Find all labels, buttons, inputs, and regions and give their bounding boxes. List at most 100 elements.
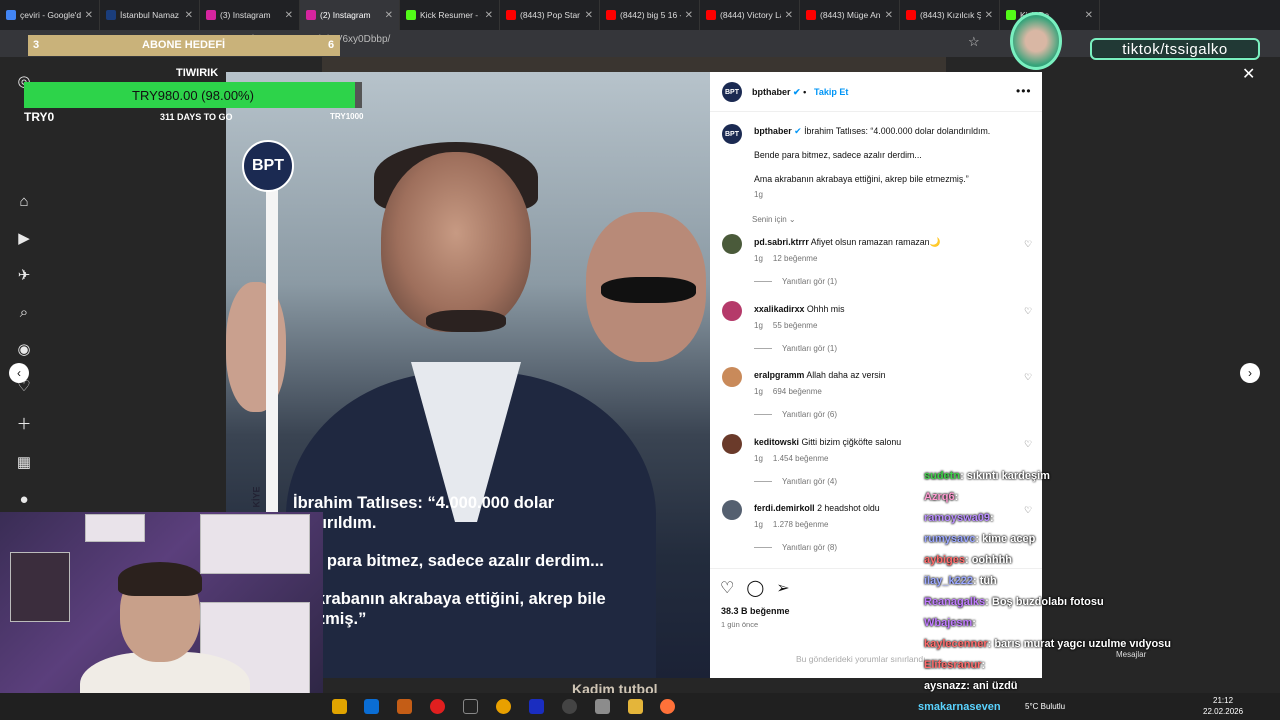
vertical-caption: KİYE [251,486,262,508]
comment-likes[interactable]: 1.454 beğenme [773,454,829,463]
create-icon[interactable]: ＋ [14,413,34,433]
browser-tab[interactable]: (3) Instagram ✕ [200,0,300,30]
account-avatar[interactable]: BPT [722,82,742,102]
browser-tab[interactable]: İstanbul Namaz V ✕ [100,0,200,30]
clock-time[interactable]: 21:12 [1213,696,1233,705]
search-icon[interactable]: ⌕ [14,302,34,322]
tab-close-icon[interactable]: ✕ [485,10,493,21]
comment-username[interactable]: keditowski [754,437,799,447]
folder-icon[interactable] [628,699,643,714]
bookmark-star-icon[interactable]: ☆ [968,34,980,50]
home-icon[interactable]: ⌂ [14,191,34,211]
comment-icon[interactable]: ◯ [746,578,764,598]
comment-like-icon[interactable]: ♡ [1024,505,1032,516]
tab-favicon-icon [206,10,216,20]
tab-close-icon[interactable]: ✕ [585,10,593,21]
total-likes[interactable]: 38.3 B beğenme [721,606,790,616]
dashboard-icon[interactable]: ▦ [14,452,34,472]
premiere-icon[interactable] [463,699,478,714]
for-you-label[interactable]: Senin için [752,215,787,224]
account-username[interactable]: bpthaber ✔ • [752,87,806,98]
tab-close-icon[interactable]: ✕ [185,10,193,21]
explore-icon[interactable]: ◉ [14,339,34,359]
view-replies-link[interactable]: Yanıtları gör (4) [754,477,837,486]
follow-button[interactable]: Takip Et [814,87,848,97]
messages-icon[interactable]: ✈ [14,265,34,285]
comment-username[interactable]: pd.sabri.ktrrr [754,237,809,247]
messages-label[interactable]: Mesajlar [1116,650,1146,659]
tab-close-icon[interactable]: ✕ [285,10,293,21]
tab-close-icon[interactable]: ✕ [1085,10,1093,21]
caption-username[interactable]: bpthaber [754,126,792,136]
chrome-icon[interactable] [496,699,511,714]
caption-avatar[interactable]: BPT [722,124,742,144]
commenter-avatar[interactable] [722,300,742,321]
weather-widget[interactable]: 5°C Bulutlu [1025,702,1065,711]
tab-label: (8443) Müge Anlı [820,10,881,20]
chat-text: : [954,491,959,503]
comment-like-icon[interactable]: ♡ [1024,439,1032,450]
comment-username[interactable]: ferdi.demirkoll [754,503,815,513]
tab-label: İstanbul Namaz V [120,10,181,20]
comment-like-icon[interactable]: ♡ [1024,372,1032,383]
view-replies-link[interactable]: Yanıtları gör (8) [754,543,837,552]
more-options-icon[interactable]: ••• [1016,84,1032,98]
comment-likes[interactable]: 12 beğenme [773,254,817,263]
share-icon[interactable]: ➢ [776,578,789,598]
firefox-icon[interactable] [660,699,675,714]
tab-close-icon[interactable]: ✕ [985,10,993,21]
commenter-avatar[interactable] [722,234,742,254]
commenter-avatar[interactable] [722,367,742,387]
browser-tab[interactable]: (8443) Kızılcık Şer ✕ [900,0,1000,30]
comment-like-icon[interactable]: ♡ [1024,239,1032,250]
browser-tab[interactable]: Kick Resumer - C ✕ [400,0,500,30]
close-icon[interactable]: ✕ [1242,64,1255,84]
browser-tab[interactable]: (8442) big 5 16 - ✕ [600,0,700,30]
post-actions: ♡ ◯ ➢ [720,578,790,598]
commenter-avatar[interactable] [722,500,742,520]
obs-icon[interactable] [562,699,577,714]
tab-favicon-icon [506,10,516,20]
caption-line: Ama akrabanın akrabaya ettiğini, akrep b… [754,174,969,184]
reels-icon[interactable]: ▶ [14,228,34,248]
view-replies-link[interactable]: Yanıtları gör (6) [754,410,837,419]
browser-tab[interactable]: (8443) Pop Star A ✕ [500,0,600,30]
for-you-dropdown[interactable]: Senin için ⌄ [752,215,796,224]
browser-tab[interactable]: (8443) Müge Anlı ✕ [800,0,900,30]
steam-icon[interactable] [595,699,610,714]
commenter-avatar[interactable] [722,433,742,454]
chat-message: aybiges: oohhhh [924,554,1012,566]
tab-close-icon[interactable]: ✕ [685,10,693,21]
file-explorer-icon[interactable] [332,699,347,714]
comment-username[interactable]: eralpgramm [754,370,804,380]
comment-meta: 1g 1.278 beğenme [754,520,829,529]
clock-date[interactable]: 22.02.2026 [1203,707,1243,716]
app-icon[interactable] [397,699,412,714]
previous-post-icon[interactable]: ‹ [9,363,29,383]
tab-close-icon[interactable]: ✕ [785,10,793,21]
comment-likes[interactable]: 1.278 beğenme [773,520,829,529]
tab-close-icon[interactable]: ✕ [85,10,93,21]
post-header: BPT bpthaber ✔ • Takip Et ••• [710,72,1042,112]
profile-avatar-icon[interactable]: ● [14,489,34,509]
next-post-icon[interactable]: › [1240,363,1260,383]
browser-tab[interactable]: (2) Instagram ✕ [300,0,400,30]
comment-username[interactable]: xxalikadirxx [754,304,804,314]
browser-tab[interactable]: (8444) Victory La ✕ [700,0,800,30]
app-icon[interactable] [529,699,544,714]
comment-like-icon[interactable]: ♡ [1024,306,1032,317]
comment-likes[interactable]: 694 beğenme [773,387,822,396]
account-username-text[interactable]: bpthaber [752,87,791,97]
tab-close-icon[interactable]: ✕ [885,10,893,21]
comment-likes[interactable]: 55 beğenme [773,321,817,330]
outlook-icon[interactable] [364,699,379,714]
like-heart-icon[interactable]: ♡ [720,578,734,598]
tab-label: Kick Resumer - C [420,10,481,20]
chat-text: : [990,512,994,524]
browser-tab[interactable]: çeviri - Google'da ✕ [0,0,100,30]
tab-close-icon[interactable]: ✕ [385,10,393,21]
view-replies-link[interactable]: Yanıtları gör (1) [754,344,837,353]
shelf-posters [85,514,145,542]
view-replies-link[interactable]: Yanıtları gör (1) [754,277,837,286]
opera-icon[interactable] [430,699,445,714]
